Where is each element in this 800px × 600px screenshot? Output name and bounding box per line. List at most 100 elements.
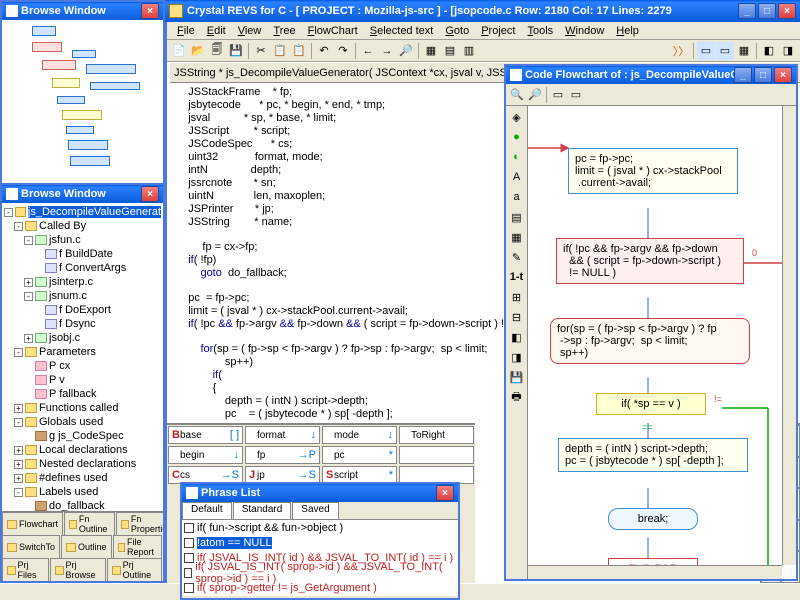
tree-item[interactable]: P fallback [4, 387, 161, 401]
menu-window[interactable]: Window [559, 25, 610, 37]
tab-fn-properties[interactable]: Fn Properties [116, 512, 165, 535]
flow-node-term[interactable]: break; [608, 508, 698, 530]
flow-sbtn[interactable]: A [508, 168, 526, 186]
flow-tbtn[interactable]: 🔎 [526, 86, 544, 104]
flow-tbtn[interactable]: ▭ [567, 86, 585, 104]
var-cell[interactable]: B base[ ] [168, 426, 243, 444]
tool-btn[interactable]: 📄 [170, 42, 188, 60]
tab-file-report[interactable]: File Report [113, 535, 162, 558]
flow-sbtn[interactable]: a [508, 188, 526, 206]
tab-fn-outline[interactable]: Fn Outline [64, 512, 115, 535]
tab-prj-browse[interactable]: Prj Browse [50, 558, 106, 581]
flow-node-proc[interactable]: depth = ( intN ) script->depth; pc = ( j… [558, 438, 748, 472]
phrase-item[interactable]: if( fun->object ) [182, 595, 458, 596]
tool-btn[interactable]: ▦ [735, 42, 753, 60]
tool-btn[interactable]: ▦ [422, 42, 440, 60]
tool-btn[interactable]: 💾 [227, 42, 245, 60]
tree-item[interactable]: -Globals used [4, 415, 161, 429]
flow-max[interactable]: □ [754, 67, 772, 83]
tree-item[interactable]: do_fallback [4, 499, 161, 511]
tool-btn[interactable]: ✂ [252, 42, 270, 60]
menu-help[interactable]: Help [610, 25, 645, 37]
tool-btn[interactable]: 〉〉 [672, 42, 690, 60]
menu-view[interactable]: View [232, 25, 268, 37]
tree-item[interactable]: f Dsync [4, 317, 161, 331]
flow-sbtn[interactable]: ⊟ [508, 308, 526, 326]
tool-btn[interactable]: 📂 [189, 42, 207, 60]
tab-prj-outline[interactable]: Prj Outline [107, 558, 162, 581]
tree-item[interactable]: P v [4, 373, 161, 387]
tree-root[interactable]: -js_DecompileValueGenerat [4, 205, 161, 219]
menu-project[interactable]: Project [475, 25, 521, 37]
flow-sbtn[interactable]: ▦ [508, 228, 526, 246]
tool-btn[interactable]: 📋 [290, 42, 308, 60]
phrase-tab[interactable]: Standard [233, 502, 292, 519]
tool-btn[interactable]: ▤ [441, 42, 459, 60]
tree-item[interactable]: f ConvertArgs [4, 261, 161, 275]
flow-sbtn[interactable]: ⊞ [508, 288, 526, 306]
tab-prj-files[interactable]: Prj Files [2, 558, 49, 581]
phrase-tabs[interactable]: DefaultStandardSaved [182, 502, 458, 520]
flow-tbtn[interactable]: 🔍 [508, 86, 526, 104]
flow-close[interactable]: × [774, 67, 792, 83]
tree-item[interactable]: P cx [4, 359, 161, 373]
flow-sbtn[interactable]: ● [508, 128, 526, 146]
browse2-close[interactable]: × [141, 186, 159, 202]
flow-sbtn[interactable]: 1-t [508, 268, 526, 286]
tree-item[interactable]: +Functions called [4, 401, 161, 415]
flow-scroll-h[interactable] [528, 565, 782, 579]
tab-switchto[interactable]: SwitchTo [2, 535, 60, 558]
menu-tree[interactable]: Tree [267, 25, 301, 37]
flow-min[interactable]: _ [734, 67, 752, 83]
flow-sbtn[interactable]: 🖶 [508, 388, 526, 406]
phrase-list[interactable]: if( fun->script && fun->object )!atom ==… [182, 520, 458, 596]
tree-item[interactable]: +jsinterp.c [4, 275, 161, 289]
tree-item[interactable]: +#defines used [4, 471, 161, 485]
flow-sbtn[interactable]: 💾 [508, 368, 526, 386]
flow-sbtn[interactable]: ◐ [508, 148, 526, 166]
flow-tbtn[interactable]: ▭ [549, 86, 567, 104]
phrase-tab[interactable]: Default [182, 502, 232, 519]
phrase-item[interactable]: if( JSVAL_IS_INT( sprop->id ) && JSVAL_T… [182, 565, 458, 580]
mini-flowchart[interactable] [2, 20, 163, 183]
flow-sbtn[interactable]: ✎ [508, 248, 526, 266]
tree-item[interactable]: -Labels used [4, 485, 161, 499]
flow-node-loop[interactable]: for(sp = ( fp->sp < fp->argv ) ? fp ->sp… [550, 318, 750, 364]
tool-btn[interactable]: 📋 [271, 42, 289, 60]
var-cell[interactable]: begin↓ [168, 446, 243, 464]
tree-item[interactable]: f DoExport [4, 303, 161, 317]
tool-btn[interactable]: ◨ [779, 42, 797, 60]
flow-node-cond[interactable]: if( !pc && fp->argv && fp->down && ( scr… [556, 238, 744, 284]
tree-item[interactable]: +Nested declarations [4, 457, 161, 471]
flow-node-endfor[interactable]: END FOR [608, 558, 698, 565]
tree-item[interactable]: +Local declarations [4, 443, 161, 457]
tab-flowchart[interactable]: Flowchart [2, 512, 63, 535]
close-button[interactable]: × [778, 3, 796, 19]
var-cell[interactable]: ToRight [399, 426, 474, 444]
flow-canvas[interactable]: pc = fp->pc; limit = ( jsval * ) cx->sta… [528, 108, 782, 565]
tool-btn[interactable]: ↷ [334, 42, 352, 60]
browse-tree[interactable]: -js_DecompileValueGenerat -Called By-jsf… [2, 203, 163, 511]
menu-goto[interactable]: Goto [439, 25, 475, 37]
browse1-close[interactable]: × [141, 3, 159, 19]
menubar[interactable]: FileEditViewTreeFlowChartSelected textGo… [167, 22, 800, 40]
var-cell[interactable]: format↓ [245, 426, 320, 444]
maximize-button[interactable]: □ [758, 3, 776, 19]
var-cell[interactable]: mode↓ [322, 426, 397, 444]
flow-sbtn[interactable]: ◈ [508, 108, 526, 126]
tool-btn[interactable]: 🗐 [208, 42, 226, 60]
tool-btn[interactable]: 🔎 [397, 42, 415, 60]
tree-item[interactable]: -jsfun.c [4, 233, 161, 247]
tool-btn[interactable]: ▭ [716, 42, 734, 60]
menu-tools[interactable]: Tools [521, 25, 559, 37]
var-cell[interactable] [399, 446, 474, 464]
tree-item[interactable]: f BuildDate [4, 247, 161, 261]
tree-item[interactable]: -Parameters [4, 345, 161, 359]
tool-btn[interactable]: ▭ [697, 42, 715, 60]
flow-sbtn[interactable]: ◨ [508, 348, 526, 366]
var-cell[interactable]: fp→P [245, 446, 320, 464]
tool-btn[interactable]: ◧ [760, 42, 778, 60]
tool-btn[interactable]: ↶ [315, 42, 333, 60]
phrase-close[interactable]: × [436, 485, 454, 501]
tool-btn[interactable]: → [378, 42, 396, 60]
